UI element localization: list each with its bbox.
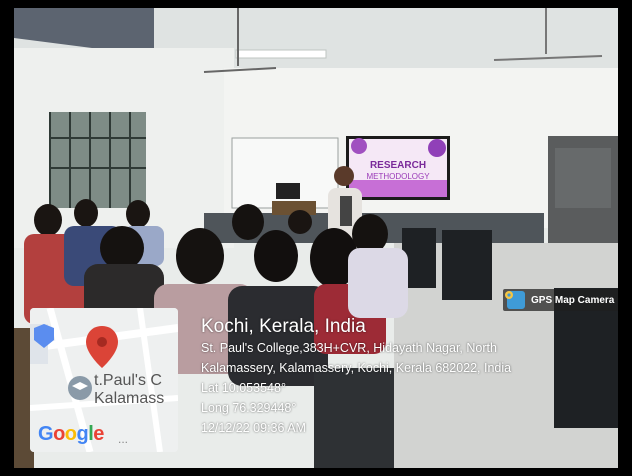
address-line-1: St. Paul's College,383H+CVR, Hidayath Na…	[201, 341, 497, 355]
map-place-label-1: t.Paul's C	[94, 372, 162, 389]
gps-map-camera-badge: GPS Map Camera	[503, 289, 618, 311]
map-thumbnail[interactable]: t.Paul's C Kalamass Google ...	[30, 308, 178, 452]
google-logo: Google	[38, 423, 104, 446]
photo-frame: RESEARCH METHODOLOGY GPS Map Camera t.Pa…	[0, 0, 632, 476]
map-place-label-2: Kalamass	[94, 390, 165, 407]
google-logo-letter: o	[64, 423, 77, 445]
google-logo-letter: e	[93, 423, 104, 445]
location-title: Kochi, Kerala, India	[201, 316, 366, 337]
location-info-panel: Kochi, Kerala, India St. Paul's College,…	[201, 316, 511, 438]
date-time: 12/12/22 09:36 AM	[201, 421, 306, 435]
google-logo-letter: g	[76, 423, 89, 445]
longitude: Long 76.329448°	[201, 401, 297, 415]
latitude: Lat 10.053548°	[201, 381, 286, 395]
camera-pin-icon	[505, 291, 525, 309]
address-line-2: Kalamassery, Kalamassery, Kochi, Kerala …	[201, 361, 512, 375]
window	[50, 112, 146, 208]
slide-line-1: RESEARCH	[370, 160, 426, 171]
google-logo-letter: G	[38, 423, 54, 445]
google-logo-letter: o	[53, 423, 65, 445]
badge-label: GPS Map Camera	[531, 294, 615, 306]
google-logo-suffix: ...	[118, 432, 129, 446]
slide-line-2: METHODOLOGY	[366, 172, 430, 181]
